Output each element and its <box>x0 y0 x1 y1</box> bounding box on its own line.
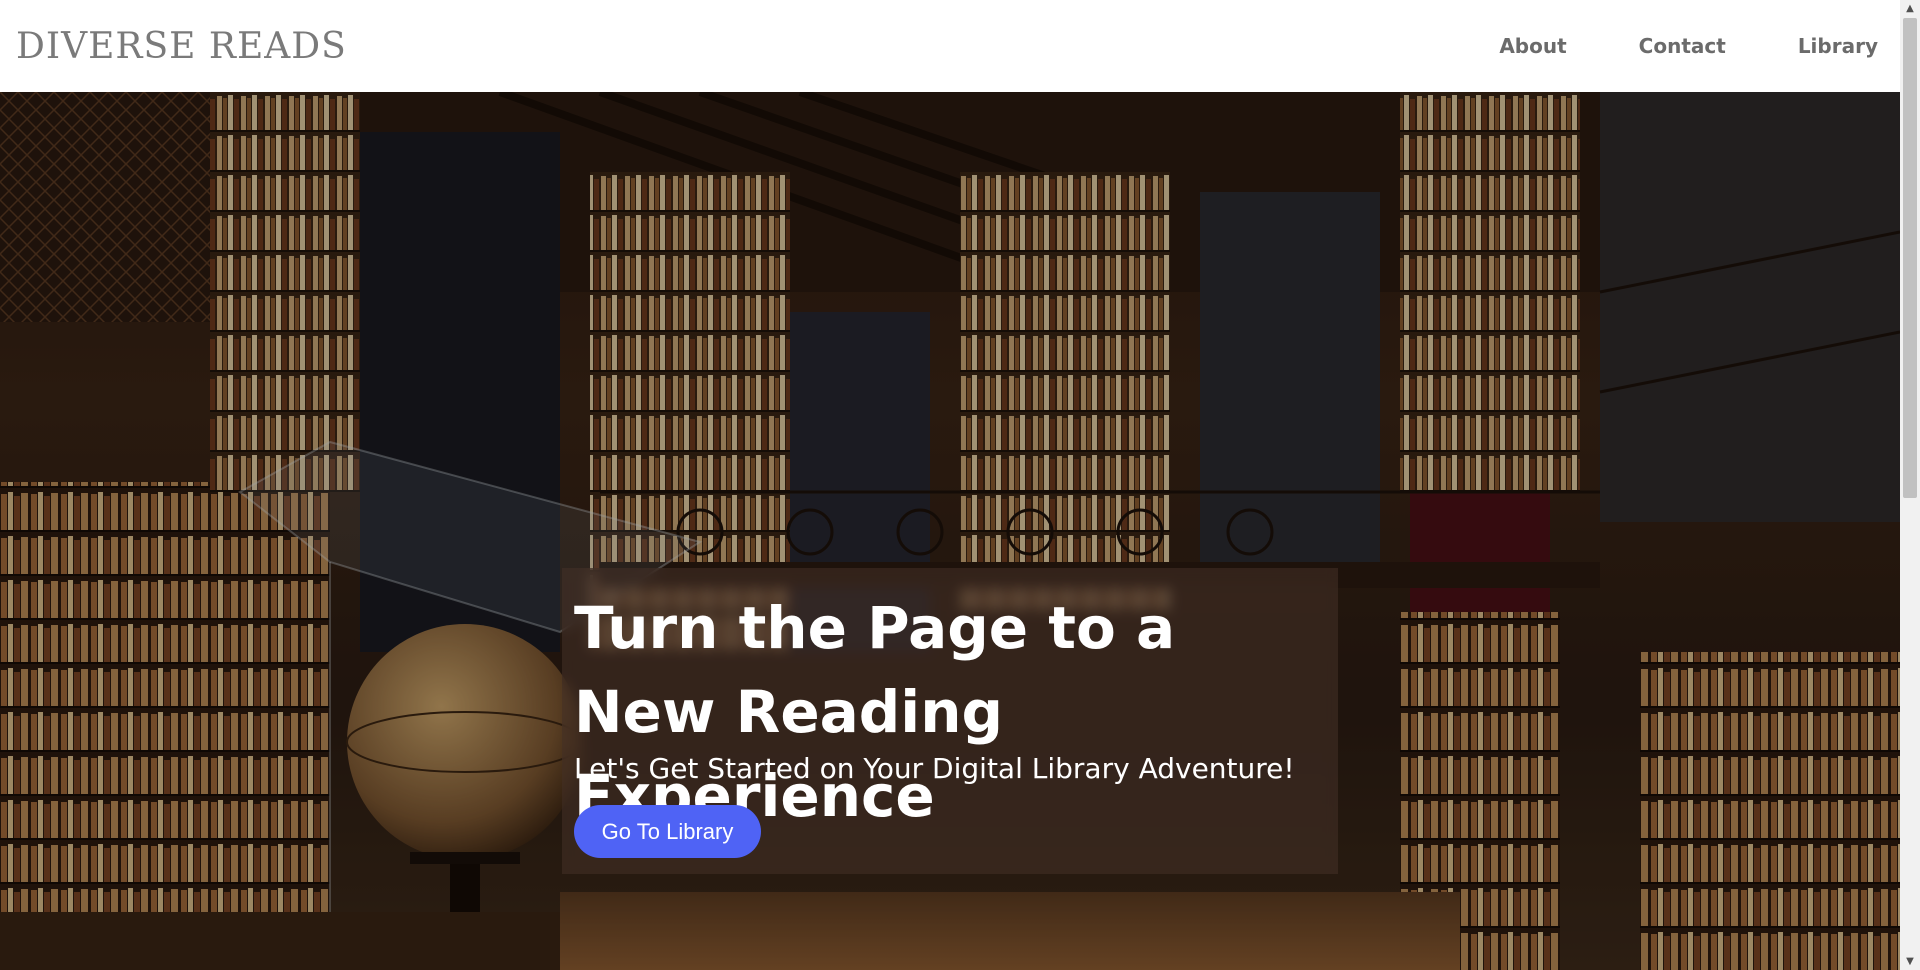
hero-subtitle: Let's Get Started on Your Digital Librar… <box>574 752 1295 785</box>
nav-contact-link[interactable]: Contact <box>1639 34 1726 58</box>
scrollbar-thumb[interactable] <box>1903 18 1917 498</box>
site-header: DIVERSE READS About Contact Library <box>0 0 1900 92</box>
page-scrollbar[interactable]: ▲ ▼ <box>1900 0 1920 970</box>
scroll-up-arrow-icon[interactable]: ▲ <box>1900 0 1920 17</box>
hero-title: Turn the Page to a New Reading Experienc… <box>574 594 1176 830</box>
hero-section: Turn the Page to a New Reading Experienc… <box>0 92 1900 970</box>
nav-about-link[interactable]: About <box>1499 34 1566 58</box>
nav-library-link[interactable]: Library <box>1798 34 1878 58</box>
main-nav: About Contact Library <box>1427 34 1878 58</box>
go-to-library-button[interactable]: Go To Library <box>574 805 761 858</box>
brand-logo[interactable]: DIVERSE READS <box>16 26 347 67</box>
scroll-down-arrow-icon[interactable]: ▼ <box>1900 953 1920 970</box>
